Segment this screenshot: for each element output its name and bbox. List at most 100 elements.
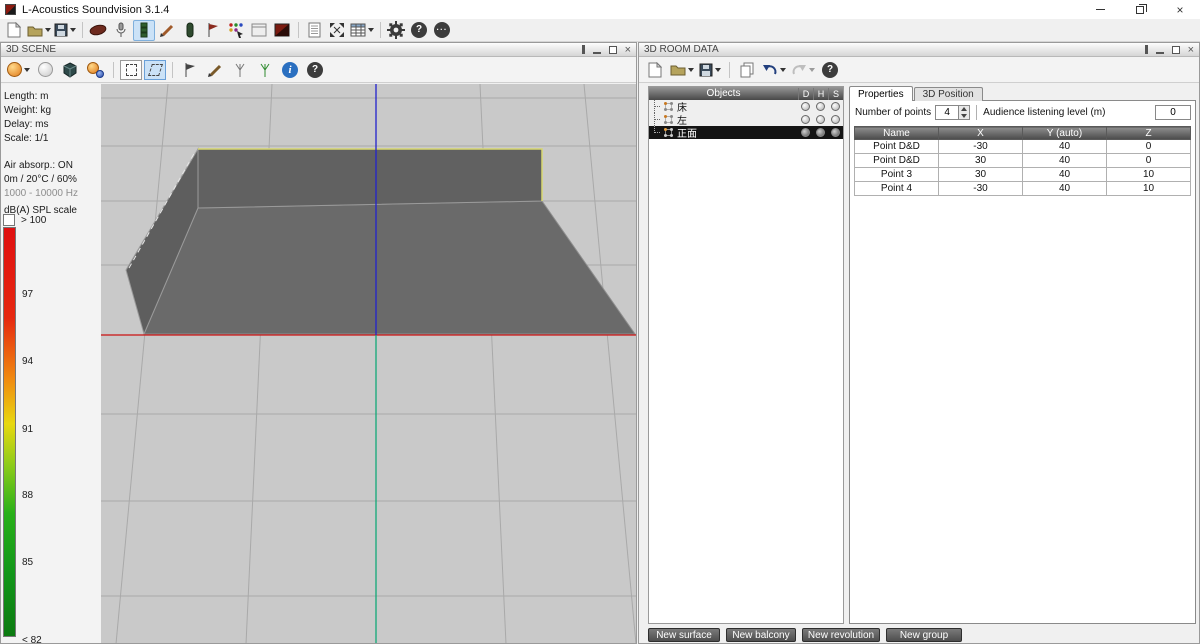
object-s-toggle[interactable] [831, 115, 840, 124]
draw-tool-button[interactable] [204, 59, 226, 80]
audience-level-input[interactable] [1155, 105, 1191, 120]
cell-name[interactable]: Point 3 [854, 167, 939, 182]
new-document-button[interactable] [3, 20, 25, 41]
duplicate-button[interactable] [736, 59, 758, 80]
microphone-button[interactable] [110, 20, 132, 41]
scene-3d-canvas[interactable] [101, 84, 636, 643]
help-button[interactable]: ? [408, 20, 430, 41]
new-surface-button[interactable]: New surface [648, 628, 720, 642]
report-button[interactable] [303, 20, 325, 41]
probe-tool-button[interactable] [229, 59, 251, 80]
cell-x[interactable]: -30 [938, 139, 1023, 154]
undo-dropdown-caret[interactable] [780, 67, 786, 72]
cell-y[interactable]: 40 [1022, 139, 1107, 154]
undo-button[interactable] [761, 59, 787, 80]
number-of-points-input[interactable] [935, 105, 960, 120]
object-s-toggle[interactable] [831, 128, 840, 137]
cell-name[interactable]: Point 4 [854, 181, 939, 196]
new-balcony-button[interactable]: New balcony [726, 628, 796, 642]
panel-close-icon[interactable]: × [1188, 44, 1194, 55]
room-floor[interactable] [143, 200, 636, 335]
minimize-button[interactable] [1080, 0, 1120, 19]
save-dropdown-caret[interactable] [70, 28, 76, 32]
save-dropdown-caret[interactable] [715, 67, 721, 72]
object-d-toggle[interactable] [801, 102, 810, 111]
cell-name[interactable]: Point D&D [854, 153, 939, 168]
loudspeaker-button[interactable] [87, 20, 109, 41]
new-group-button[interactable]: New group [886, 628, 962, 642]
surface-object-icon [662, 114, 675, 125]
viewport[interactable] [101, 84, 636, 643]
room-save-button[interactable] [698, 59, 722, 80]
new-revolution-button[interactable]: New revolution [802, 628, 880, 642]
flag-button[interactable] [202, 20, 224, 41]
close-button[interactable]: × [1160, 0, 1200, 19]
room-front-wall[interactable] [197, 148, 543, 209]
room-help-button[interactable]: ? [819, 59, 841, 80]
object-h-toggle[interactable] [816, 102, 825, 111]
redo-dropdown-caret[interactable] [809, 67, 815, 72]
object-row-front-selected[interactable]: 正面 [649, 126, 843, 140]
data-table-button[interactable] [349, 20, 375, 41]
select-surface-button[interactable] [144, 59, 166, 80]
view-dropdown-caret[interactable] [24, 67, 30, 72]
battery-button[interactable] [179, 20, 201, 41]
object-s-toggle[interactable] [831, 102, 840, 111]
more-button[interactable]: ··· [431, 20, 453, 41]
delay-readout: Delay: ms [4, 119, 49, 130]
view-cube-button[interactable] [59, 59, 81, 80]
cell-name[interactable]: Point D&D [854, 139, 939, 154]
panel-float-icon[interactable] [1171, 45, 1180, 54]
open-dropdown-caret[interactable] [688, 67, 694, 72]
view-wireframe-button[interactable] [34, 59, 56, 80]
table-dropdown-caret[interactable] [368, 28, 374, 32]
pencil-button[interactable] [156, 20, 178, 41]
window-frame-icon [251, 23, 267, 37]
room-open-button[interactable] [669, 59, 695, 80]
cell-y[interactable]: 40 [1022, 167, 1107, 182]
cell-z[interactable]: 10 [1106, 167, 1191, 182]
cell-z[interactable]: 0 [1106, 153, 1191, 168]
cell-y[interactable]: 40 [1022, 153, 1107, 168]
help-icon: ? [307, 61, 323, 78]
stepper-down-button[interactable] [959, 113, 969, 120]
select-rectangle-button[interactable] [120, 59, 142, 80]
scene-help-button[interactable]: ? [304, 59, 326, 80]
cell-y[interactable]: 40 [1022, 181, 1107, 196]
settings-button[interactable] [385, 20, 407, 41]
panel-close-icon[interactable]: × [625, 44, 631, 55]
object-d-toggle[interactable] [801, 128, 810, 137]
panel-float-icon[interactable] [608, 45, 617, 54]
window-frame-button[interactable] [248, 20, 270, 41]
source-tool-button[interactable] [254, 59, 276, 80]
object-d-toggle[interactable] [801, 115, 810, 124]
scene-info-button[interactable]: i [279, 59, 301, 80]
cell-z[interactable]: 0 [1106, 139, 1191, 154]
view-solid-button[interactable] [6, 59, 31, 80]
cell-x[interactable]: 30 [938, 153, 1023, 168]
panel-minimize-icon[interactable] [1155, 51, 1164, 54]
cell-x[interactable]: -30 [938, 181, 1023, 196]
mapping-points-icon [229, 23, 243, 38]
room-new-button[interactable] [644, 59, 666, 80]
tab-3d-position[interactable]: 3D Position [913, 87, 983, 101]
cell-z[interactable]: 10 [1106, 181, 1191, 196]
cinema-button[interactable] [271, 20, 293, 41]
restore-button[interactable] [1120, 0, 1160, 19]
panel-minimize-icon[interactable] [592, 51, 601, 54]
panel-pin-icon[interactable] [1144, 45, 1148, 54]
redo-button[interactable] [790, 59, 816, 80]
flag-tool-button[interactable] [179, 59, 201, 80]
panel-pin-icon[interactable] [581, 45, 585, 54]
object-h-toggle[interactable] [816, 115, 825, 124]
object-h-toggle[interactable] [816, 128, 825, 137]
tab-properties[interactable]: Properties [849, 86, 913, 101]
open-project-button[interactable] [26, 20, 52, 41]
mapping-points-button[interactable] [225, 20, 247, 41]
save-project-button[interactable] [53, 20, 77, 41]
fit-view-button[interactable] [326, 20, 348, 41]
spl-mapping-button[interactable] [84, 59, 106, 80]
line-array-button[interactable] [133, 19, 155, 41]
cell-x[interactable]: 30 [938, 167, 1023, 182]
open-dropdown-caret[interactable] [45, 28, 51, 32]
